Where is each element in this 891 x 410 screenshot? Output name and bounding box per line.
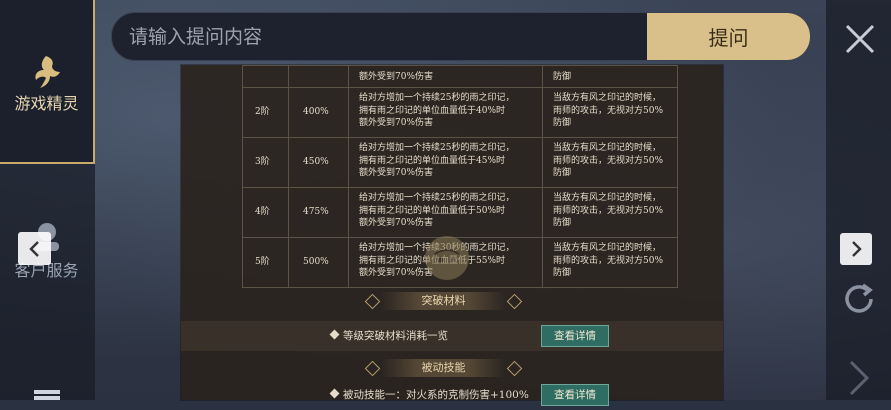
- bonus-cell: 防御: [542, 65, 678, 88]
- close-icon[interactable]: [843, 22, 877, 56]
- view-details-button[interactable]: 查看详情: [541, 325, 609, 347]
- table-row: 2阶 400% 给对方增加一个持续25秒的雨之印记， 拥有雨之印记的单位血量低于…: [242, 87, 678, 138]
- diamond-ornament-icon: [364, 360, 381, 377]
- item-label: 等级突破材料消耗一览: [343, 330, 448, 342]
- percent-cell: 500%: [288, 237, 349, 288]
- next-page-button[interactable]: [840, 233, 872, 265]
- percent-cell: 450%: [288, 137, 349, 188]
- table-row: 3阶 450% 给对方增加一个持续25秒的雨之印记， 拥有雨之印记的单位血量低于…: [242, 137, 678, 188]
- level-cell: 4阶: [242, 187, 289, 238]
- mascot-watermark-icon: [425, 236, 469, 280]
- level-cell: [242, 65, 289, 88]
- list-item: 等级突破材料消耗一览 查看详情: [181, 321, 723, 351]
- level-cell: 2阶: [242, 87, 289, 138]
- bonus-cell: 当敌方有风之印记的时候， 雨师的攻击，无视对方50% 防御: [542, 237, 678, 288]
- effect-cell: 额外受到70%伤害: [348, 65, 543, 88]
- level-cell: 3阶: [242, 137, 289, 188]
- diamond-ornament-icon: [364, 293, 381, 310]
- bonus-cell: 当敌方有风之印记的时候， 雨师的攻击，无视对方50% 防御: [542, 187, 678, 238]
- right-sidebar: [826, 0, 891, 400]
- diamond-ornament-icon: [506, 360, 523, 377]
- ask-button[interactable]: 提问: [647, 13, 810, 60]
- list-item: 被动技能一：对火系的克制伤害+100% 查看详情: [181, 380, 723, 410]
- section-title-breakthrough: 突破材料: [364, 292, 523, 310]
- percent-cell: 400%: [288, 87, 349, 138]
- forward-icon[interactable]: [845, 358, 873, 398]
- sidebar-item-game-fairy[interactable]: 游戏精灵: [0, 0, 95, 164]
- previous-button[interactable]: [18, 232, 51, 265]
- chevron-right-icon: [852, 241, 862, 257]
- section-title-passive: 被动技能: [364, 359, 523, 377]
- bullet-icon: [329, 388, 340, 399]
- effect-cell: 给对方增加一个持续25秒的雨之印记， 拥有雨之印记的单位血量低于40%时 额外受…: [348, 87, 543, 138]
- menu-icon[interactable]: [30, 388, 64, 400]
- bonus-cell: 当敌方有风之印记的时候， 雨师的攻击，无视对方50% 防御: [542, 137, 678, 188]
- diamond-ornament-icon: [506, 293, 523, 310]
- sidebar-item-label: 游戏精灵: [14, 94, 79, 113]
- percent-cell: [288, 65, 349, 88]
- bullet-icon: [329, 329, 340, 340]
- bonus-cell: 当敌方有风之印记的时候， 雨师的攻击，无视对方50% 防御: [542, 87, 678, 138]
- table-row: 额外受到70%伤害 防御: [242, 65, 678, 88]
- percent-cell: 475%: [288, 187, 349, 238]
- view-details-button[interactable]: 查看详情: [541, 384, 609, 406]
- question-input[interactable]: [112, 13, 647, 60]
- fairy-icon: [35, 56, 60, 88]
- effect-cell: 给对方增加一个持续25秒的雨之印记， 拥有雨之印记的单位血量低于45%时 额外受…: [348, 137, 543, 188]
- content-panel[interactable]: 额外受到70%伤害 防御 2阶 400% 给对方增加一个持续25秒的雨之印记， …: [181, 65, 723, 406]
- search-bar: 提问: [111, 12, 811, 61]
- left-sidebar: 游戏精灵 客户服务: [0, 0, 95, 400]
- refresh-icon[interactable]: [839, 279, 879, 319]
- chevron-left-icon: [28, 240, 39, 257]
- level-cell: 5阶: [242, 237, 289, 288]
